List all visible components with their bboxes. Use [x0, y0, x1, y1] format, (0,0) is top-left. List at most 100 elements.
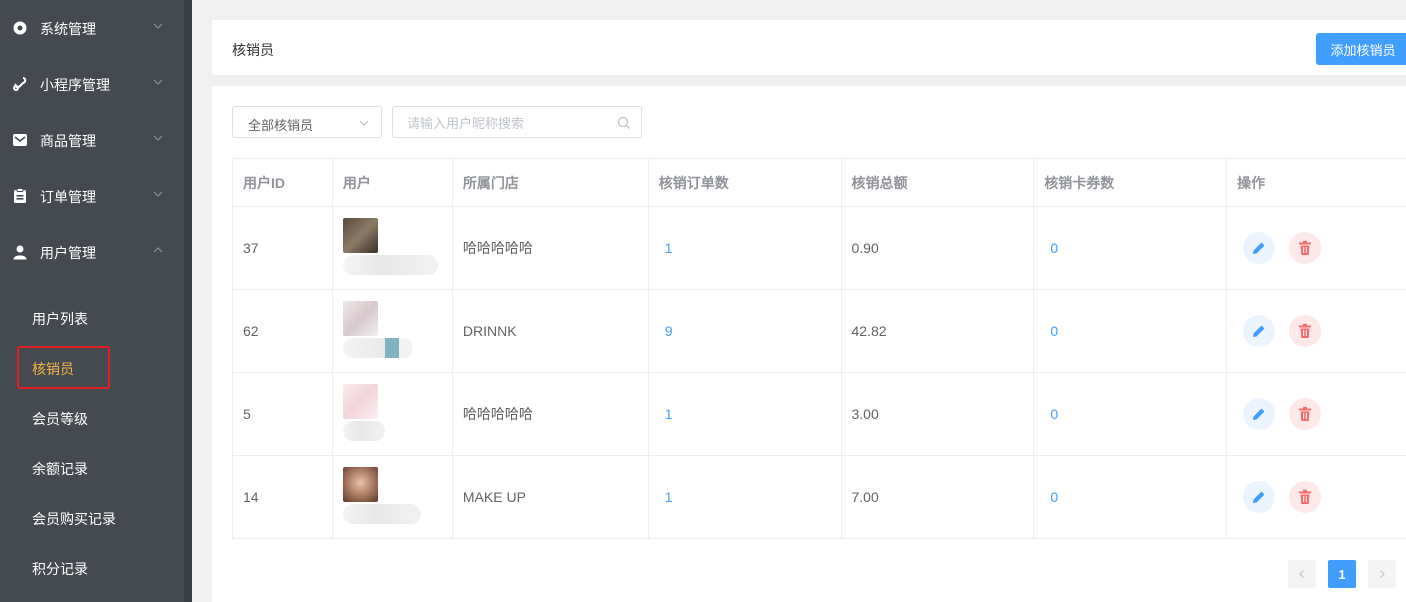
gear-icon: [13, 21, 27, 35]
chevron-right-icon: [1380, 570, 1385, 578]
table-row: 62 DRINNK 9 42.82 0: [232, 289, 1406, 373]
edit-button[interactable]: [1243, 315, 1276, 347]
delete-button[interactable]: [1288, 315, 1321, 347]
actions-cell: [1226, 372, 1406, 456]
page-number-button[interactable]: 1: [1328, 560, 1356, 588]
column-header: 用户: [331, 158, 453, 207]
trash-icon: [1298, 323, 1311, 338]
user-cell: [331, 206, 453, 290]
sidebar-item-points-records[interactable]: 积分记录: [32, 559, 88, 579]
total-amount-cell: 7.00: [840, 455, 1035, 539]
total-amount-cell: 42.82: [840, 289, 1035, 373]
chevron-down-icon: [153, 135, 163, 141]
menu-label: 系统管理: [40, 21, 96, 37]
actions-cell: [1226, 206, 1406, 290]
verifier-table: 用户ID 用户 所属门店 核销订单数 核销总额 核销卡券数 操作 37 哈哈哈哈…: [232, 158, 1406, 539]
menu-orders[interactable]: 订单管理: [0, 168, 184, 224]
table-header-row: 用户ID 用户 所属门店 核销订单数 核销总额 核销卡券数 操作: [232, 158, 1406, 207]
card-count-link[interactable]: 0: [1033, 372, 1228, 456]
search-input[interactable]: [407, 114, 607, 132]
edit-button[interactable]: [1243, 481, 1276, 513]
trash-icon: [1298, 406, 1311, 421]
pencil-icon: [1253, 408, 1265, 420]
user-name-blurred: [342, 255, 438, 275]
column-header: 操作: [1226, 158, 1406, 207]
chevron-down-icon: [153, 79, 163, 85]
page-title: 核销员: [232, 42, 274, 58]
mail-icon: [13, 134, 27, 146]
main-panel: 全部核销员 用户ID 用户 所属门店 核销订单数 核销总额 核销卡券数 操作 3…: [212, 86, 1406, 602]
clipboard-icon: [14, 188, 26, 203]
chevron-down-icon: [153, 191, 163, 197]
user-cell: [331, 372, 453, 456]
column-header: 核销卡券数: [1033, 158, 1228, 207]
menu-miniprogram[interactable]: 小程序管理: [0, 56, 184, 112]
menu-label: 商品管理: [40, 133, 96, 149]
user-icon: [13, 245, 27, 260]
sidebar-item-user-list[interactable]: 用户列表: [32, 309, 88, 329]
total-amount-cell: 3.00: [840, 372, 1035, 456]
order-count-link[interactable]: 1: [647, 206, 842, 290]
user-cell: [331, 455, 453, 539]
user-name-blurred: [342, 338, 413, 358]
chevron-down-icon: [359, 120, 369, 126]
add-verifier-button[interactable]: 添加核销员: [1316, 33, 1406, 65]
table-row: 37 哈哈哈哈哈 1 0.90 0: [232, 206, 1406, 290]
order-count-link[interactable]: 9: [647, 289, 842, 373]
user-cell: [331, 289, 453, 373]
delete-button[interactable]: [1288, 481, 1321, 513]
card-count-link[interactable]: 0: [1033, 289, 1228, 373]
chevron-left-icon: [1299, 570, 1304, 578]
delete-button[interactable]: [1288, 232, 1321, 264]
sidebar-item-member-level[interactable]: 会员等级: [32, 409, 88, 429]
link-icon: [13, 77, 27, 91]
menu-goods[interactable]: 商品管理: [0, 112, 184, 168]
select-value: 全部核销员: [248, 118, 314, 133]
sidebar-item-balance-records[interactable]: 余额记录: [32, 459, 88, 479]
store-cell: MAKE UP: [451, 455, 649, 539]
chevron-down-icon: [153, 23, 163, 29]
menu-system[interactable]: 系统管理: [0, 0, 184, 56]
sidebar-item-verifier[interactable]: 核销员: [32, 359, 74, 379]
column-header: 核销总额: [840, 158, 1035, 207]
order-count-link[interactable]: 1: [647, 455, 842, 539]
avatar: [342, 301, 378, 336]
user-name-blurred: [342, 504, 421, 524]
user-id-cell: 5: [232, 372, 333, 456]
menu-label: 小程序管理: [40, 77, 110, 93]
verifier-filter-select[interactable]: 全部核销员: [232, 106, 382, 138]
user-id-cell: 14: [232, 455, 333, 539]
sidebar: 系统管理 小程序管理 商品管理 订单管理 用户管理 用户列表 核销员 会员等级 …: [0, 0, 192, 602]
menu-users[interactable]: 用户管理: [0, 224, 184, 280]
menu-label: 订单管理: [40, 189, 96, 205]
column-header: 用户ID: [232, 158, 333, 207]
sidebar-item-member-purchase-records[interactable]: 会员购买记录: [32, 509, 116, 529]
trash-icon: [1298, 489, 1311, 504]
pencil-icon: [1253, 325, 1265, 337]
card-count-link[interactable]: 0: [1033, 206, 1228, 290]
total-amount-cell: 0.90: [840, 206, 1035, 290]
order-count-link[interactable]: 1: [647, 372, 842, 456]
search-icon[interactable]: [617, 116, 631, 130]
chevron-up-icon: [153, 247, 163, 253]
avatar: [342, 384, 378, 419]
user-name-blurred: [342, 421, 385, 441]
store-cell: 哈哈哈哈哈: [451, 372, 649, 456]
page-header: 核销员 添加核销员: [212, 20, 1406, 75]
edit-button[interactable]: [1243, 232, 1276, 264]
trash-icon: [1298, 240, 1311, 255]
store-cell: DRINNK: [451, 289, 649, 373]
avatar: [342, 218, 378, 253]
column-header: 所属门店: [451, 158, 649, 207]
user-id-cell: 62: [232, 289, 333, 373]
store-cell: 哈哈哈哈哈: [451, 206, 649, 290]
delete-button[interactable]: [1288, 398, 1321, 430]
actions-cell: [1226, 455, 1406, 539]
prev-page-button[interactable]: [1288, 560, 1316, 588]
user-id-cell: 37: [232, 206, 333, 290]
pencil-icon: [1253, 491, 1265, 503]
next-page-button[interactable]: [1368, 560, 1396, 588]
card-count-link[interactable]: 0: [1033, 455, 1228, 539]
menu-label: 用户管理: [40, 245, 96, 261]
edit-button[interactable]: [1243, 398, 1276, 430]
